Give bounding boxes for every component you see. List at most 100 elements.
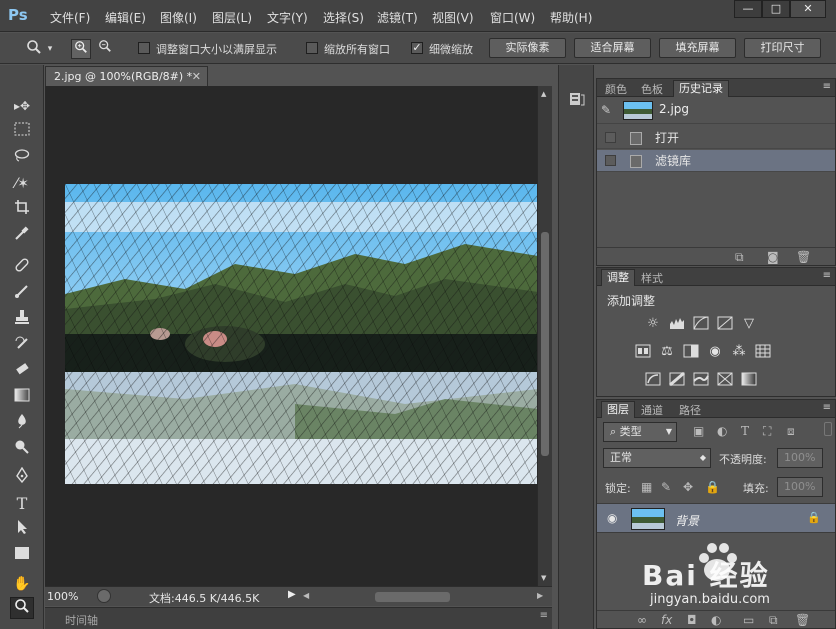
vertical-scroll-thumb[interactable] [541,232,549,456]
fill-screen-button[interactable]: 填充屏幕 [659,38,736,58]
history-source-checkbox[interactable] [605,155,616,166]
history-snapshot-row[interactable]: ✎ 2.jpg [597,98,835,124]
healing-brush-tool-icon[interactable] [10,257,34,279]
close-button[interactable]: ✕ [790,0,826,18]
brush-tool-icon[interactable] [10,283,34,305]
tab-styles[interactable]: 样式 [641,270,663,286]
hue-saturation-icon[interactable] [635,344,651,360]
delete-layer-icon[interactable]: 🗑 [795,613,810,627]
scroll-down-icon[interactable]: ▼ [541,574,546,582]
history-item-open[interactable]: 打开 [597,127,835,149]
history-brush-source-icon[interactable]: ✎ [601,103,611,117]
menu-layer[interactable]: 图层(L) [212,9,252,26]
lasso-tool-icon[interactable] [10,147,34,169]
marquee-tool-icon[interactable] [10,121,34,143]
invert-icon[interactable] [645,372,661,388]
magic-wand-tool-icon[interactable]: ⁄✶ [10,173,34,195]
tab-history[interactable]: 历史记录 [673,80,729,97]
horizontal-scroll-thumb[interactable] [375,592,450,602]
minimize-button[interactable]: — [734,0,762,18]
visibility-eye-icon[interactable]: ◉ [607,511,617,525]
fit-screen-button[interactable]: 适合屏幕 [574,38,651,58]
fill-input[interactable]: 100% [777,477,823,497]
dodge-tool-icon[interactable] [10,439,34,461]
zoom-tool-preset-icon[interactable] [24,39,44,59]
zoom-out-icon[interactable] [95,39,115,59]
crop-tool-icon[interactable] [10,199,34,221]
history-panel-menu-icon[interactable]: ≡ [823,81,831,92]
hand-tool-icon[interactable]: ✋ [10,573,34,595]
timeline-menu-icon[interactable]: ≡ [540,610,548,621]
blend-mode-select[interactable]: 正常 ◆ [603,448,711,468]
threshold-icon[interactable] [693,372,709,388]
layers-panel-menu-icon[interactable]: ≡ [823,402,831,413]
brightness-contrast-icon[interactable]: ☼ [645,316,661,332]
menu-select[interactable]: 选择(S) [323,9,364,26]
zoom-level[interactable]: 100% [47,590,78,603]
gradient-tool-icon[interactable] [10,387,34,409]
delete-state-icon[interactable]: 🗑 [796,250,811,264]
curves-icon[interactable] [693,316,709,332]
layer-name[interactable]: 背景 [675,512,699,529]
lock-image-pixels-icon[interactable]: ✎ [661,480,671,494]
clone-stamp-tool-icon[interactable] [10,309,34,331]
zoom-tool-icon[interactable] [10,597,34,619]
layer-style-icon[interactable]: fx [661,613,672,627]
type-tool-icon[interactable]: T [10,493,34,515]
blur-tool-icon[interactable] [10,413,34,435]
channel-mixer-icon[interactable]: ⁂ [731,344,747,360]
timeline-panel-bar[interactable]: 时间轴 ≡ [45,607,552,629]
menu-view[interactable]: 视图(V) [432,9,474,26]
color-lookup-icon[interactable] [755,344,771,360]
levels-icon[interactable] [669,316,685,332]
move-tool-icon[interactable]: ▸✥ [10,95,34,117]
rectangle-tool-icon[interactable] [10,545,34,567]
eraser-tool-icon[interactable] [10,361,34,383]
selective-color-icon[interactable] [717,372,733,388]
menu-help[interactable]: 帮助(H) [550,9,592,26]
add-mask-icon[interactable]: ◘ [687,613,697,627]
new-adjustment-layer-icon[interactable]: ◐ [711,613,721,627]
history-item-filter-gallery[interactable]: 滤镜库 [597,150,835,172]
maximize-button[interactable]: □ [762,0,790,18]
vibrance-icon[interactable]: ▽ [741,316,757,332]
preset-dropdown-icon[interactable]: ▾ [44,39,56,59]
tab-layers[interactable]: 图层 [601,401,635,418]
black-white-icon[interactable] [683,344,699,360]
new-layer-icon[interactable]: ⧉ [769,613,778,628]
menu-filter[interactable]: 滤镜(T) [377,9,418,26]
new-group-icon[interactable]: ▭ [743,613,754,627]
actual-pixels-button[interactable]: 实际像素 [489,38,566,58]
canvas-area[interactable] [45,86,538,586]
scrubby-zoom-checkbox[interactable]: ✓ [411,42,423,54]
photo-filter-icon[interactable]: ◉ [707,344,723,360]
lock-position-icon[interactable]: ✥ [683,480,693,494]
vertical-scrollbar[interactable]: ▲ ▼ [537,86,552,586]
print-size-button[interactable]: 打印尺寸 [744,38,821,58]
close-tab-icon[interactable]: ✕ [192,67,201,86]
layer-row-background[interactable]: ◉ 背景 🔒 [597,503,835,533]
menu-file[interactable]: 文件(F) [50,9,90,26]
zoom-all-windows-checkbox[interactable] [306,42,318,54]
menu-edit[interactable]: 编辑(E) [105,9,146,26]
eyedropper-tool-icon[interactable] [10,225,34,247]
filter-adjustment-layer-icon[interactable]: ◐ [717,424,727,438]
tab-paths[interactable]: 路径 [679,402,701,418]
path-selection-tool-icon[interactable] [10,519,34,541]
lock-transparent-pixels-icon[interactable]: ▦ [641,480,652,494]
posterize-icon[interactable] [669,371,685,388]
scroll-right-icon[interactable]: ▶ [537,591,543,600]
filter-type-layer-icon[interactable]: T [741,424,749,438]
status-info-icon[interactable] [97,589,111,603]
tab-swatches[interactable]: 色板 [641,81,663,97]
new-document-from-state-icon[interactable]: ⧉ [735,250,744,265]
history-source-checkbox[interactable] [605,132,616,143]
filter-smart-object-icon[interactable]: ⧈ [787,424,795,439]
resize-windows-checkbox[interactable] [138,42,150,54]
lock-all-icon[interactable]: 🔒 [705,480,720,494]
gradient-map-icon[interactable] [741,372,757,388]
adjustments-panel-menu-icon[interactable]: ≡ [823,270,831,281]
scroll-left-icon[interactable]: ◀ [303,591,309,600]
exposure-icon[interactable] [717,316,733,332]
layer-filter-kind-select[interactable]: ⌕ 类型 ▼ [603,422,677,442]
